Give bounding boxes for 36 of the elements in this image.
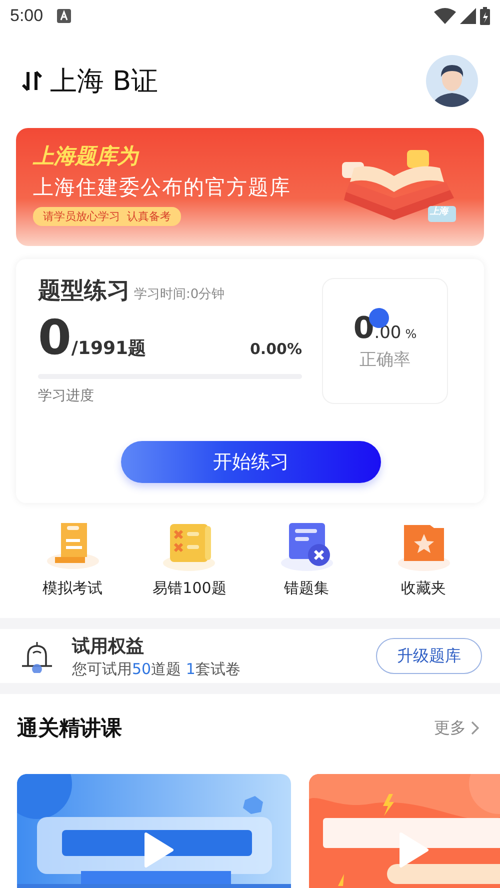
study-time: 学习时间:0分钟 — [134, 286, 225, 303]
shortcut-button[interactable]: 错题集 — [278, 517, 334, 618]
accuracy-decimal: .00 — [374, 323, 402, 343]
trial-title: 试用权益 — [72, 634, 145, 658]
section-title: 通关精讲课 — [17, 715, 122, 742]
notification-icon — [57, 9, 72, 23]
accuracy-label: 正确率 — [360, 349, 410, 371]
banner-headline: 上海题库为 — [33, 143, 138, 170]
shortcut-button[interactable]: 易错100题 — [152, 517, 226, 618]
battery-icon — [480, 7, 490, 25]
shortcut-button[interactable]: 模拟考试 — [42, 517, 102, 618]
progress-label: 学习进度 — [38, 387, 94, 405]
accuracy-unit: % — [405, 327, 417, 341]
more-link[interactable]: 更多 — [434, 718, 480, 738]
card-title: 题型练习 — [38, 277, 130, 306]
wifi-icon — [434, 8, 456, 24]
upgrade-button[interactable]: 升级题库 — [376, 638, 482, 674]
status-time: 5:00 — [10, 6, 44, 26]
signal-icon — [460, 8, 476, 24]
avatar-icon[interactable] — [426, 55, 478, 107]
total-count: /1991题 — [71, 337, 146, 360]
start-practice-button[interactable]: 开始练习 — [121, 441, 381, 483]
shortcut-button[interactable]: 收藏夹 — [396, 517, 452, 618]
book-label: 上海 — [430, 205, 448, 218]
progress-percent: 0.00% — [250, 340, 302, 358]
play-icon — [397, 832, 429, 868]
chevron-icon — [470, 720, 480, 736]
banner-subline: 上海住建委公布的官方题库 — [33, 174, 291, 201]
bell-icon — [20, 639, 54, 673]
accuracy-whole: 0 — [353, 311, 374, 346]
page-title: 上海 B证 — [50, 65, 158, 99]
play-icon — [142, 832, 174, 868]
done-count: 0 — [38, 312, 72, 364]
banner-tag: 请学员放心学习 认真备考 — [33, 207, 181, 226]
trial-detail: 您可试用50道题 1套试卷 — [72, 660, 240, 678]
switch-icon[interactable] — [22, 70, 42, 92]
